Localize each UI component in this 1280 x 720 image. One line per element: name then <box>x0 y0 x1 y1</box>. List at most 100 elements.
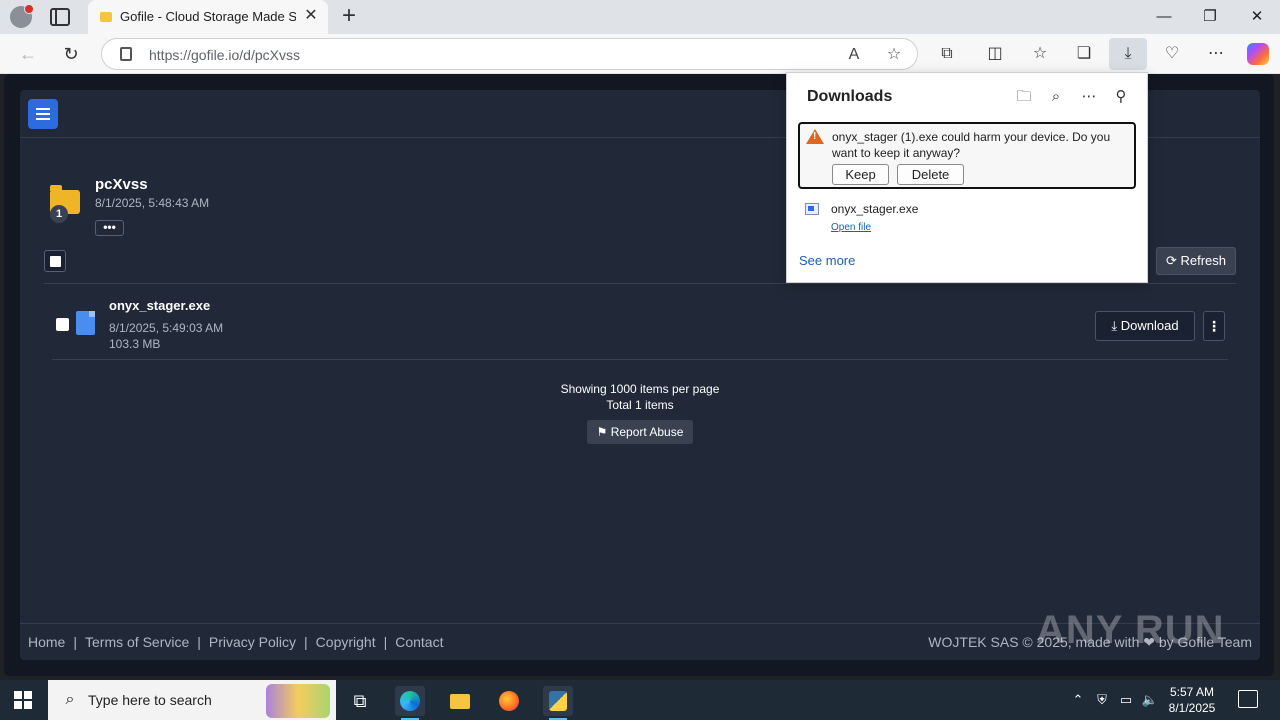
footer-link-home[interactable]: Home <box>28 634 65 650</box>
back-arrow-icon[interactable]: ← <box>17 43 39 65</box>
refresh-label: Refresh <box>1180 253 1227 268</box>
download-button[interactable]: ⤓ Download <box>1095 311 1195 341</box>
folder-name: pcXvss <box>95 176 148 193</box>
folder-date: 8/1/2025, 5:48:43 AM <box>95 196 210 210</box>
task-view-icon[interactable]: ⧉ <box>345 686 375 716</box>
file-explorer-icon[interactable] <box>445 686 475 716</box>
file-icon <box>76 311 95 335</box>
total-items-text: Total 1 items <box>606 398 674 412</box>
browser-tab[interactable]: Gofile - Cloud Storage Made Simple ✕ <box>88 0 328 34</box>
footer-separator: | <box>73 634 77 650</box>
gofile-favicon-icon <box>100 12 112 22</box>
download-icon: ⤓ <box>1111 318 1121 333</box>
footer-separator: | <box>383 634 388 650</box>
profile-avatar-icon[interactable] <box>10 4 34 28</box>
exe-file-icon <box>805 203 819 215</box>
footer-link-terms[interactable]: Terms of Service <box>85 634 189 650</box>
address-bar[interactable]: https://gofile.io/d/pcXvss A ☆ <box>101 38 918 70</box>
download-item-name[interactable]: onyx_stager.exe <box>831 202 918 216</box>
lock-icon[interactable] <box>120 47 132 61</box>
extensions-icon[interactable]: ⧉ <box>935 43 959 65</box>
per-page-text: Showing 1000 items per page <box>560 382 720 396</box>
anyrun-watermark: ANY RUN <box>1036 608 1225 652</box>
downloads-title: Downloads <box>807 88 893 105</box>
network-icon[interactable]: ▭ <box>1116 690 1136 710</box>
edge-logo-icon <box>400 691 420 711</box>
tray-chevron-icon[interactable]: ⌃ <box>1068 690 1088 710</box>
select-all-checkbox[interactable] <box>44 250 66 272</box>
browser-tab-bar: Gofile - Cloud Storage Made Simple ✕ + —… <box>0 0 1280 34</box>
read-aloud-icon[interactable]: A <box>843 44 865 66</box>
browser-essentials-icon[interactable]: ♡ <box>1160 43 1184 65</box>
favorites-icon[interactable]: ☆ <box>1028 43 1052 65</box>
file-menu-button[interactable]: ⋮ <box>1203 311 1225 341</box>
clock-date: 8/1/2025 <box>1168 701 1216 715</box>
windows-start-icon[interactable] <box>14 691 32 709</box>
report-abuse-button[interactable]: ⚑ Report Abuse <box>587 420 693 444</box>
flag-icon: ⚑ <box>596 425 611 439</box>
search-icon: ⌕ <box>65 691 75 708</box>
refresh-icon: ⟳ <box>1165 253 1181 268</box>
downloads-more-icon[interactable]: ⋯ <box>1078 86 1100 108</box>
open-file-link[interactable]: Open file <box>831 222 871 233</box>
folder-logo-icon <box>450 694 470 709</box>
see-more-link[interactable]: See more <box>799 253 855 268</box>
warning-icon <box>806 129 824 144</box>
python-logo-icon <box>549 691 567 711</box>
footer-separator: | <box>304 634 308 650</box>
report-abuse-label: Report Abuse <box>610 425 684 439</box>
footer-link-copyright[interactable]: Copyright <box>316 634 376 650</box>
collections-icon[interactable]: ❏ <box>1072 43 1096 65</box>
volume-icon[interactable]: 🔈 <box>1140 690 1160 710</box>
settings-more-icon[interactable]: ⋯ <box>1204 43 1228 65</box>
taskbar-search[interactable]: ⌕ Type here to search <box>48 680 336 720</box>
copilot-icon[interactable] <box>1247 43 1269 65</box>
divider <box>44 283 1236 284</box>
taskbar: ⌕ Type here to search ⧉ ⌃ ⛨ ▭ 🔈 5:57 AM … <box>0 680 1280 720</box>
split-screen-icon[interactable]: ◫ <box>983 43 1007 65</box>
hamburger-menu-button[interactable] <box>28 99 58 129</box>
edge-taskbar-icon[interactable] <box>395 686 425 720</box>
search-highlight-image <box>266 684 330 718</box>
new-tab-button[interactable]: + <box>338 4 360 28</box>
clock-time: 5:57 AM <box>1169 685 1215 699</box>
minimize-button[interactable]: — <box>1152 6 1176 28</box>
close-window-button[interactable]: ✕ <box>1245 6 1269 28</box>
file-date: 8/1/2025, 5:49:03 AM <box>109 321 224 335</box>
tab-close-button[interactable]: ✕ <box>302 7 320 25</box>
restore-button[interactable]: ❐ <box>1198 6 1222 28</box>
file-size: 103.3 MB <box>109 337 161 351</box>
warning-text: onyx_stager (1).exe could harm your devi… <box>832 130 1111 160</box>
folder-count-badge: 1 <box>50 205 68 223</box>
refresh-button[interactable]: ⟳ Refresh <box>1156 247 1236 275</box>
download-label: Download <box>1120 318 1179 333</box>
delete-button[interactable]: Delete <box>897 164 964 185</box>
tab-title: Gofile - Cloud Storage Made Simple <box>120 9 296 24</box>
taskbar-clock[interactable]: 5:57 AM 8/1/2025 <box>1160 684 1224 716</box>
notifications-icon[interactable] <box>1238 690 1258 708</box>
footer-separator: | <box>197 634 201 650</box>
python-app-icon[interactable] <box>543 686 573 720</box>
footer-link-privacy[interactable]: Privacy Policy <box>209 634 296 650</box>
file-checkbox[interactable] <box>56 318 69 331</box>
firefox-icon[interactable] <box>494 686 524 716</box>
search-downloads-icon[interactable]: ⌕ <box>1045 86 1067 108</box>
taskbar-search-input[interactable]: Type here to search <box>88 692 212 708</box>
favorite-star-icon[interactable]: ☆ <box>883 44 905 66</box>
downloads-icon[interactable]: ⤓ <box>1109 38 1147 70</box>
tab-actions-icon[interactable] <box>50 8 70 26</box>
file-name[interactable]: onyx_stager.exe <box>109 298 210 313</box>
firefox-logo-icon <box>499 691 519 711</box>
folder-more-button[interactable]: ••• <box>95 220 124 236</box>
downloads-panel: Downloads 🗀 ⌕ ⋯ ⚲ onyx_stager (1).exe co… <box>786 72 1148 283</box>
file-row: onyx_stager.exe 8/1/2025, 5:49:03 AM 103… <box>52 296 1228 360</box>
open-folder-icon[interactable]: 🗀 <box>1013 86 1035 108</box>
url-text[interactable]: https://gofile.io/d/pcXvss <box>149 47 300 63</box>
footer-links: Home | Terms of Service | Privacy Policy | Cop… <box>28 634 443 650</box>
download-warning: onyx_stager (1).exe could harm your devi… <box>798 122 1136 189</box>
keep-button[interactable]: Keep <box>832 164 889 185</box>
tray-security-icon[interactable]: ⛨ <box>1092 690 1112 710</box>
pin-icon[interactable]: ⚲ <box>1110 86 1132 108</box>
reload-icon[interactable]: ↻ <box>60 43 82 65</box>
footer-link-contact[interactable]: Contact <box>395 634 443 650</box>
